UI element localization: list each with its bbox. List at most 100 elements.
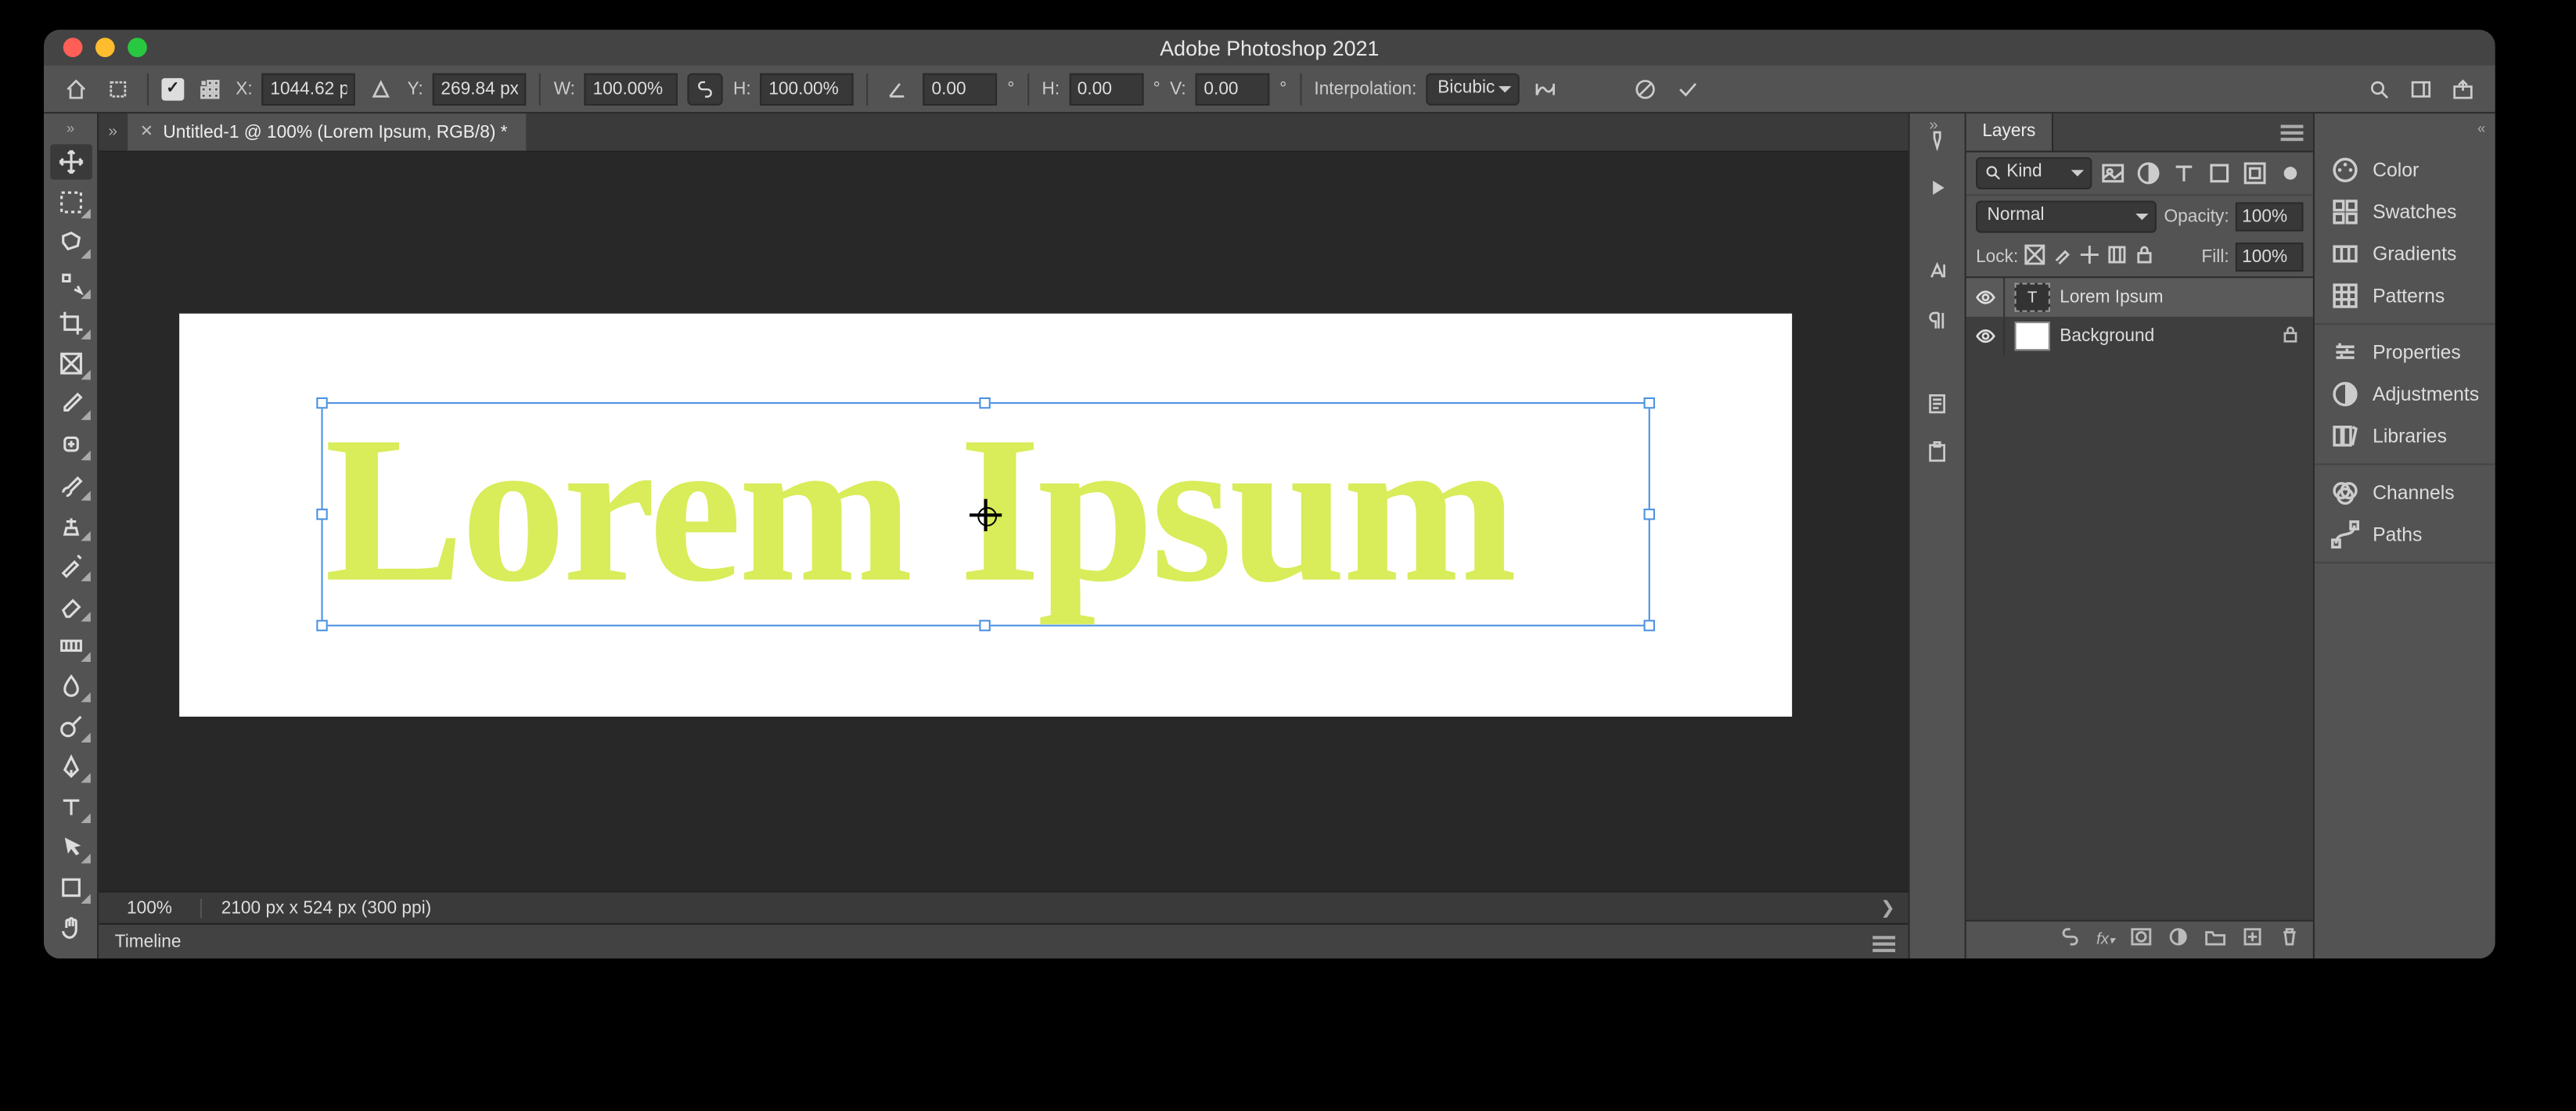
share-icon[interactable] <box>2447 73 2479 105</box>
timeline-panel[interactable]: Timeline <box>99 923 1908 958</box>
handle-bm[interactable] <box>979 620 990 631</box>
cancel-transform-icon[interactable] <box>1628 73 1660 105</box>
lock-all-icon[interactable] <box>2135 244 2156 270</box>
gradient-tool[interactable] <box>49 628 92 663</box>
lock-artboard-icon[interactable] <box>2107 244 2128 270</box>
lock-position-icon[interactable] <box>2080 244 2101 270</box>
new-layer-icon[interactable] <box>2242 926 2263 955</box>
strip-chevron[interactable]: » <box>1929 117 1937 135</box>
notes-panel-icon[interactable] <box>1921 388 1953 420</box>
reference-point-icon[interactable] <box>194 73 226 105</box>
clipboard-panel-icon[interactable] <box>1921 436 1953 468</box>
lasso-tool[interactable] <box>49 225 92 260</box>
w-field[interactable] <box>585 73 678 105</box>
character-panel-icon[interactable] <box>1921 256 1953 288</box>
canvas[interactable]: Lorem Ipsum <box>99 153 1908 891</box>
brush-tool[interactable] <box>49 467 92 502</box>
visibility-toggle[interactable] <box>1966 317 2005 355</box>
document-info[interactable]: 2100 px x 524 px (300 ppi) <box>202 898 1868 918</box>
y-field[interactable] <box>433 73 527 105</box>
quick-select-tool[interactable] <box>49 265 92 300</box>
dodge-tool[interactable] <box>49 709 92 744</box>
transform-tool-icon[interactable] <box>102 73 134 105</box>
h-field[interactable] <box>761 73 854 105</box>
handle-tm[interactable] <box>979 397 990 408</box>
layers-tab[interactable]: Layers <box>1966 113 2053 150</box>
shape-tool[interactable] <box>49 870 92 905</box>
handle-tl[interactable] <box>316 397 327 408</box>
panel-properties[interactable]: Properties <box>2315 331 2495 373</box>
filter-type-icon[interactable] <box>2171 160 2196 186</box>
warp-icon[interactable] <box>1529 73 1561 105</box>
handle-rm[interactable] <box>1644 508 1655 519</box>
vskew-field[interactable] <box>1196 73 1270 105</box>
marquee-tool[interactable] <box>49 185 92 220</box>
commit-transform-icon[interactable] <box>1671 73 1703 105</box>
interpolation-select[interactable]: Bicubic <box>1427 73 1519 105</box>
layer-row[interactable]: T Lorem Ipsum <box>1966 278 2313 316</box>
timeline-menu-icon[interactable] <box>1873 931 1898 951</box>
x-field[interactable] <box>262 73 356 105</box>
link-layers-icon[interactable] <box>2060 926 2081 955</box>
zoom-level[interactable]: 100% <box>99 898 202 918</box>
info-chevron-icon[interactable]: ❯ <box>1868 897 1909 919</box>
link-wh-button[interactable] <box>688 73 723 105</box>
blend-mode-select[interactable]: Normal <box>1976 200 2157 232</box>
panel-color[interactable]: Color <box>2315 149 2495 192</box>
mask-icon[interactable] <box>2131 926 2152 955</box>
move-tool[interactable] <box>49 144 92 179</box>
right-strip-chevron[interactable]: « <box>2315 120 2495 136</box>
fill-field[interactable] <box>2236 243 2304 271</box>
angle-field[interactable] <box>923 73 998 105</box>
minimize-window-button[interactable] <box>95 38 115 57</box>
home-icon[interactable] <box>60 73 92 105</box>
panel-channels[interactable]: Channels <box>2315 472 2495 514</box>
handle-br[interactable] <box>1644 620 1655 631</box>
close-window-button[interactable] <box>63 38 83 57</box>
handle-lm[interactable] <box>316 508 327 519</box>
type-tool[interactable] <box>49 789 92 825</box>
layers-panel-menu-icon[interactable] <box>2281 113 2313 150</box>
search-icon[interactable] <box>2363 73 2395 105</box>
play-icon[interactable] <box>1921 171 1953 203</box>
panel-paths[interactable]: Paths <box>2315 513 2495 556</box>
panel-swatches[interactable]: Swatches <box>2315 191 2495 233</box>
healing-brush-tool[interactable] <box>49 426 92 462</box>
lock-icon[interactable] <box>2281 324 2301 348</box>
filter-toggle-icon[interactable] <box>2277 160 2303 186</box>
pen-tool[interactable] <box>49 749 92 784</box>
adjustment-layer-icon[interactable] <box>2168 926 2189 955</box>
visibility-toggle[interactable] <box>1966 278 2005 316</box>
tabs-chevron[interactable]: » <box>99 113 127 150</box>
filter-shape-icon[interactable] <box>2207 160 2232 186</box>
eyedropper-tool[interactable] <box>49 386 92 421</box>
eraser-tool[interactable] <box>49 588 92 623</box>
delta-icon[interactable] <box>365 73 398 105</box>
opacity-field[interactable] <box>2236 203 2304 232</box>
filter-smart-icon[interactable] <box>2242 160 2268 186</box>
handle-bl[interactable] <box>316 620 327 631</box>
crop-tool[interactable] <box>49 305 92 340</box>
panel-gradients[interactable]: Gradients <box>2315 233 2495 275</box>
frame-tool[interactable] <box>49 346 92 381</box>
lock-transparent-icon[interactable] <box>2025 244 2046 270</box>
fx-icon[interactable]: fx▾ <box>2096 931 2114 949</box>
history-brush-tool[interactable] <box>49 548 92 583</box>
path-select-tool[interactable] <box>49 829 92 865</box>
workspace-icon[interactable] <box>2405 73 2437 105</box>
pivot-point-icon[interactable] <box>973 502 998 527</box>
tools-collapse-chevron[interactable]: » <box>67 120 74 136</box>
filter-kind-select[interactable]: Kind <box>1976 157 2092 189</box>
panel-patterns[interactable]: Patterns <box>2315 275 2495 317</box>
document-tab[interactable]: ✕ Untitled-1 @ 100% (Lorem Ipsum, RGB/8)… <box>127 113 527 150</box>
zoom-window-button[interactable] <box>128 38 147 57</box>
hand-tool[interactable] <box>49 910 92 945</box>
group-icon[interactable] <box>2205 926 2226 955</box>
filter-adjust-icon[interactable] <box>2135 160 2161 186</box>
clone-stamp-tool[interactable] <box>49 507 92 542</box>
panel-libraries[interactable]: Libraries <box>2315 415 2495 458</box>
transform-selection[interactable]: Lorem Ipsum <box>325 405 1647 623</box>
delete-layer-icon[interactable] <box>2279 926 2301 955</box>
close-tab-icon[interactable]: ✕ <box>140 124 153 142</box>
auto-select-checkbox[interactable]: ✓ <box>161 77 184 100</box>
